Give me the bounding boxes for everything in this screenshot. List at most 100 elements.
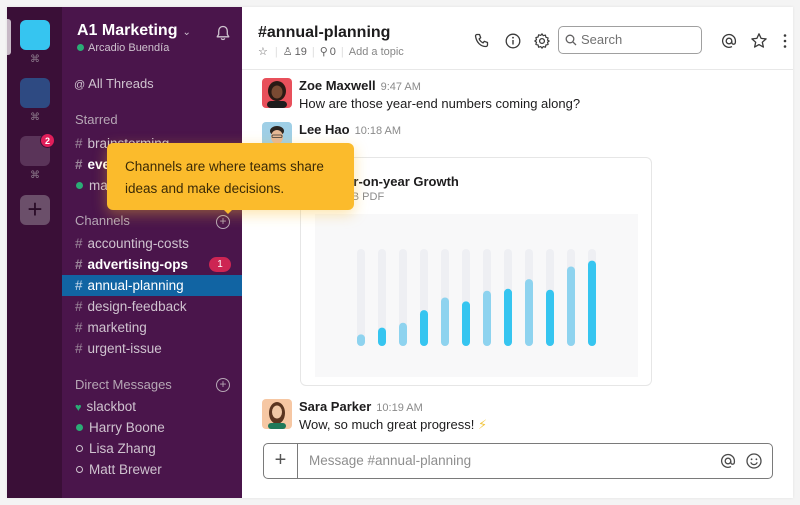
message-body: Wow, so much great progress!: [299, 417, 475, 432]
sidebar-dm-slackbot[interactable]: ♥ slackbot: [62, 396, 242, 417]
dm-label: Matt Brewer: [89, 462, 162, 477]
mention-icon[interactable]: [719, 452, 737, 470]
chevron-down-icon: ⌄: [182, 27, 191, 38]
pinned-button[interactable]: ⚲ 0: [320, 45, 336, 58]
divider: |: [311, 45, 315, 58]
dm-label: slackbot: [86, 399, 137, 414]
starred-section-title[interactable]: Starred: [75, 112, 118, 127]
pinned-count: 0: [329, 46, 336, 58]
sidebar-channel-advertising-ops[interactable]: # advertising-ops 1: [62, 254, 242, 275]
author-name: Zoe Maxwell: [299, 78, 376, 93]
tooltip-arrow: [221, 207, 235, 214]
sidebar-channel-annual-planning[interactable]: # annual-planning: [62, 275, 242, 296]
hash-icon: #: [75, 157, 83, 172]
command-key-icon: ⌘: [30, 112, 40, 123]
hash-icon: #: [75, 320, 83, 335]
message-time[interactable]: 10:18 AM: [355, 125, 401, 137]
add-channel-icon[interactable]: +: [216, 215, 230, 229]
active-workspace-marker: [7, 19, 11, 55]
search-input[interactable]: Search: [558, 26, 702, 54]
chart-bar-7: [483, 290, 491, 346]
workspace-2[interactable]: [20, 78, 50, 108]
message-composer: + Message #annual-planning: [263, 443, 773, 479]
message-author[interactable]: Sara Parker 10:19 AM: [299, 399, 423, 414]
channel-label: design-feedback: [87, 299, 187, 314]
message-time[interactable]: 9:47 AM: [381, 81, 421, 93]
message-author[interactable]: Lee Hao 10:18 AM: [299, 122, 401, 137]
divider: |: [274, 45, 278, 58]
avatar[interactable]: [262, 78, 292, 108]
sidebar-dm-lisa-zhang[interactable]: Lisa Zhang: [62, 438, 242, 459]
file-preview-chart: [315, 214, 638, 377]
message-author[interactable]: Zoe Maxwell 9:47 AM: [299, 78, 421, 93]
app-window: ⌘ ⌘ 2 ⌘ + A1 Marketing ⌄ Arcadio Buendía …: [7, 7, 793, 498]
presence-away-icon: [76, 466, 83, 473]
star-icon[interactable]: ☆: [258, 45, 268, 58]
channel-label: marketing: [87, 320, 147, 335]
message-text: How are those year-end numbers coming al…: [299, 96, 581, 111]
workspace-rail: ⌘ ⌘ 2 ⌘ +: [7, 7, 62, 498]
threads-icon: @: [74, 79, 86, 91]
hash-icon: #: [75, 136, 83, 151]
hash-icon: #: [75, 257, 83, 272]
emoji-icon[interactable]: [745, 452, 763, 470]
tooltip-line: ideas and make decisions.: [125, 181, 285, 196]
more-options-icon[interactable]: [776, 32, 793, 50]
channel-label: annual-planning: [87, 278, 184, 293]
sidebar-channel-design-feedback[interactable]: # design-feedback: [62, 296, 242, 317]
attach-button[interactable]: +: [264, 444, 298, 478]
channel-header: #annual-planning ☆ | ♙ 19 | ⚲ 0 | Add a to…: [242, 7, 793, 70]
sidebar-channel-accounting-costs[interactable]: # accounting-costs: [62, 233, 242, 254]
sidebar-dm-harry-boone[interactable]: Harry Boone: [62, 417, 242, 438]
member-count: 19: [294, 46, 307, 58]
command-key-icon: ⌘: [30, 170, 40, 181]
channels-section-title[interactable]: Channels: [75, 213, 130, 228]
add-topic-link[interactable]: Add a topic: [349, 46, 404, 58]
sidebar-channel-marketing[interactable]: # marketing: [62, 317, 242, 338]
add-workspace-button[interactable]: +: [20, 195, 50, 225]
team-name: A1 Marketing: [77, 22, 178, 39]
message-time[interactable]: 10:19 AM: [376, 402, 422, 414]
channel-sidebar: A1 Marketing ⌄ Arcadio Buendía @ All Threa…: [62, 7, 242, 498]
info-icon[interactable]: [504, 32, 522, 50]
workspace-badge: 2: [40, 133, 55, 148]
dm-label: Harry Boone: [89, 420, 165, 435]
chart-bar-5: [441, 297, 449, 346]
command-key-icon: ⌘: [30, 54, 40, 65]
workspace-a1-marketing[interactable]: [20, 20, 50, 50]
message-input[interactable]: Message #annual-planning: [309, 444, 471, 478]
hash-icon: #: [75, 278, 83, 293]
chart-bar-9: [525, 279, 533, 346]
chart-bar-4: [420, 310, 428, 346]
channel-label: urgent-issue: [87, 341, 162, 356]
author-name: Sara Parker: [299, 399, 372, 414]
chart-bar-3: [399, 322, 407, 346]
add-dm-icon[interactable]: +: [216, 378, 230, 392]
channel-view: #annual-planning ☆ | ♙ 19 | ⚲ 0 | Add a to…: [242, 7, 793, 498]
presence-online-icon: [77, 44, 84, 51]
search-placeholder: Search: [581, 32, 623, 47]
mentions-icon[interactable]: [720, 32, 738, 50]
bell-icon[interactable]: [214, 24, 232, 42]
all-threads-link[interactable]: @ All Threads: [74, 76, 154, 91]
dm-section-title[interactable]: Direct Messages: [75, 377, 172, 392]
chart-bar-6: [462, 301, 470, 346]
avatar[interactable]: [262, 399, 292, 429]
hash-icon: #: [75, 299, 83, 314]
channel-label: accounting-costs: [87, 236, 189, 251]
chart-bar-10: [546, 289, 554, 346]
person-icon: ♙: [282, 46, 293, 58]
all-threads-label: All Threads: [88, 76, 154, 91]
sidebar-channel-urgent-issue[interactable]: # urgent-issue: [62, 338, 242, 359]
gear-icon[interactable]: [533, 32, 551, 50]
current-user[interactable]: Arcadio Buendía: [77, 42, 169, 54]
star-icon[interactable]: [750, 32, 768, 50]
chart-bar-8: [504, 288, 512, 346]
channels-tooltip: Channels are where teams share ideas and…: [107, 143, 354, 210]
sidebar-dm-matt-brewer[interactable]: Matt Brewer: [62, 459, 242, 480]
phone-icon[interactable]: [473, 32, 491, 50]
team-switcher[interactable]: A1 Marketing ⌄: [77, 22, 191, 40]
members-button[interactable]: ♙ 19: [283, 45, 307, 58]
presence-away-icon: [76, 445, 83, 452]
hash-icon: #: [75, 341, 83, 356]
